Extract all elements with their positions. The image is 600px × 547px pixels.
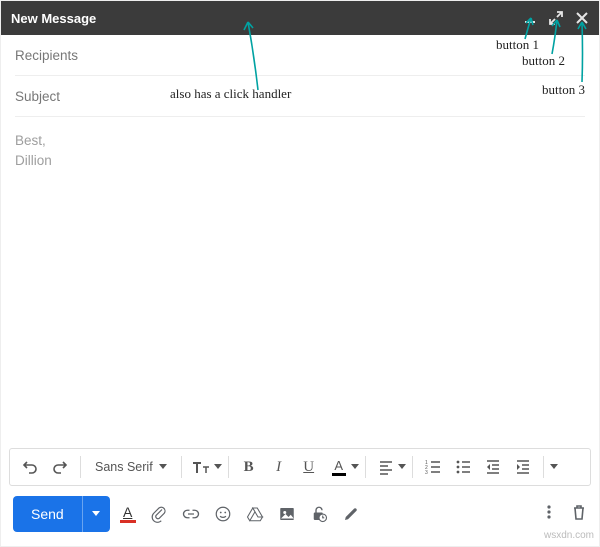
close-button[interactable] xyxy=(575,11,589,25)
paperclip-icon xyxy=(150,505,168,523)
toolbar-separator xyxy=(412,456,413,478)
text-color-selector[interactable]: A xyxy=(325,453,359,481)
minimize-icon xyxy=(523,11,537,25)
font-family-label: Sans Serif xyxy=(95,460,153,474)
compose-window: New Message Best, Dillion xyxy=(0,0,600,547)
compose-header-drag-area[interactable] xyxy=(96,1,523,35)
align-selector[interactable] xyxy=(372,453,406,481)
recipients-input[interactable] xyxy=(15,35,585,75)
signature-line-1: Best, xyxy=(15,131,585,151)
indent-decrease-icon xyxy=(485,459,501,475)
undo-icon xyxy=(22,459,38,475)
signature-line-2: Dillion xyxy=(15,151,585,171)
compose-footer: Send A xyxy=(1,486,599,546)
underline-button[interactable]: U xyxy=(295,453,323,481)
discard-draft-button[interactable] xyxy=(571,504,587,525)
send-button-group: Send xyxy=(13,496,110,532)
formatting-options-button[interactable]: A xyxy=(120,505,136,523)
toolbar-separator xyxy=(228,456,229,478)
pen-icon xyxy=(342,505,360,523)
compose-header: New Message xyxy=(1,1,599,35)
toolbar-separator xyxy=(365,456,366,478)
insert-drive-button[interactable] xyxy=(246,505,264,523)
close-icon xyxy=(575,11,589,25)
fullscreen-button[interactable] xyxy=(549,11,563,25)
text-format-icon: A xyxy=(120,505,136,523)
insert-link-button[interactable] xyxy=(182,505,200,523)
numbered-list-icon: 123 xyxy=(425,459,441,475)
minimize-button[interactable] xyxy=(523,11,537,25)
send-options-button[interactable] xyxy=(82,496,110,532)
compose-body[interactable]: Best, Dillion xyxy=(1,117,599,448)
footer-right-controls xyxy=(541,504,587,525)
insert-emoji-button[interactable] xyxy=(214,505,232,523)
compose-title: New Message xyxy=(11,11,96,26)
attach-file-button[interactable] xyxy=(150,505,168,523)
indent-less-button[interactable] xyxy=(479,453,507,481)
more-options-button[interactable] xyxy=(541,504,557,525)
chevron-down-icon xyxy=(214,464,222,470)
redo-button[interactable] xyxy=(46,453,74,481)
subject-field xyxy=(15,76,585,117)
bulleted-list-button[interactable] xyxy=(449,453,477,481)
subject-input[interactable] xyxy=(15,76,585,116)
insert-signature-button[interactable] xyxy=(342,505,360,523)
emoji-icon xyxy=(214,505,232,523)
undo-button[interactable] xyxy=(16,453,44,481)
kebab-icon xyxy=(541,504,557,520)
insert-photo-button[interactable] xyxy=(278,505,296,523)
drive-icon xyxy=(246,505,264,523)
italic-button[interactable]: I xyxy=(265,453,293,481)
font-family-selector[interactable]: Sans Serif xyxy=(87,453,175,481)
trash-icon xyxy=(571,504,587,520)
formatting-toolbar: Sans Serif B I U A xyxy=(9,448,591,486)
svg-text:3: 3 xyxy=(425,470,428,475)
chevron-down-icon xyxy=(92,511,100,517)
expand-icon xyxy=(549,11,563,25)
align-button[interactable] xyxy=(372,453,400,481)
font-size-selector[interactable] xyxy=(188,453,222,481)
indent-increase-icon xyxy=(515,459,531,475)
toolbar-separator xyxy=(543,456,544,478)
toolbar-separator xyxy=(181,456,182,478)
send-button[interactable]: Send xyxy=(13,496,82,532)
align-left-icon xyxy=(378,459,394,475)
recipients-field xyxy=(15,35,585,76)
chevron-down-icon xyxy=(398,464,406,470)
toolbar-separator xyxy=(80,456,81,478)
font-size-button[interactable] xyxy=(188,453,216,481)
lock-clock-icon xyxy=(310,505,328,523)
redo-icon xyxy=(52,459,68,475)
text-size-icon xyxy=(192,459,212,475)
text-color-icon: A xyxy=(332,459,346,476)
image-icon xyxy=(278,505,296,523)
link-icon xyxy=(182,505,200,523)
indent-more-button[interactable] xyxy=(509,453,537,481)
bold-button[interactable]: B xyxy=(235,453,263,481)
chevron-down-icon xyxy=(351,464,359,470)
confidential-mode-button[interactable] xyxy=(310,505,328,523)
chevron-down-icon xyxy=(159,464,167,470)
toolbar-more-dropdown[interactable] xyxy=(550,464,558,470)
footer-icon-row: A xyxy=(120,505,360,523)
text-color-button[interactable]: A xyxy=(325,453,353,481)
window-controls xyxy=(523,11,589,25)
numbered-list-button[interactable]: 123 xyxy=(419,453,447,481)
bulleted-list-icon xyxy=(455,459,471,475)
